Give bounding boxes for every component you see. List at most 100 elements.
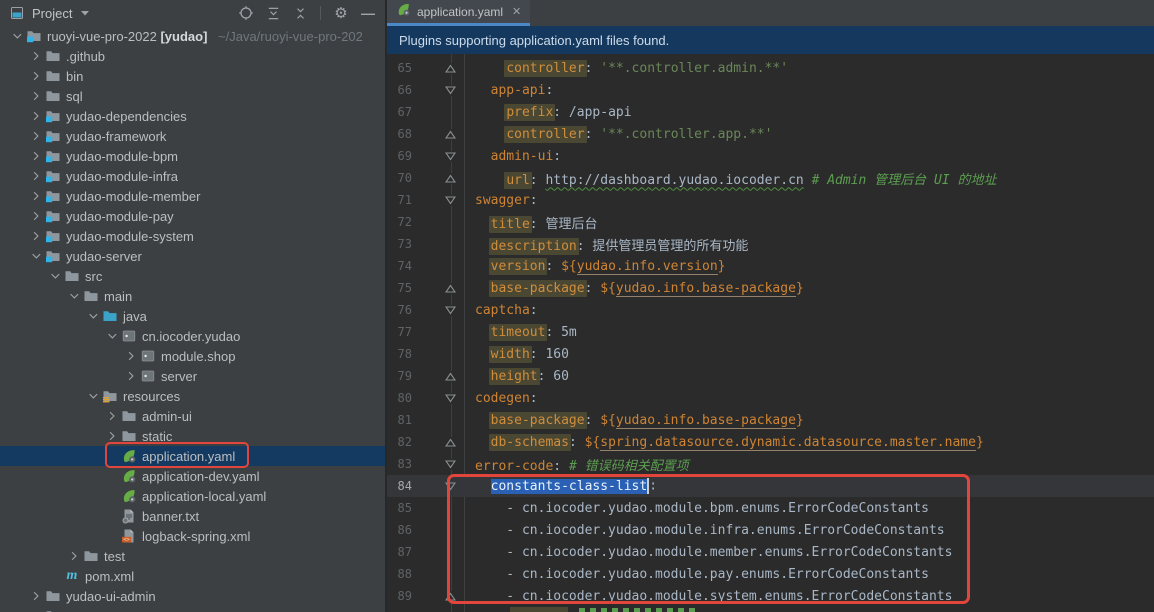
- chevron-right-icon[interactable]: [27, 588, 45, 604]
- tree-item-main[interactable]: main: [0, 286, 385, 306]
- chevron-right-icon[interactable]: [103, 408, 121, 424]
- fold-start-icon[interactable]: [445, 195, 456, 206]
- editor-line-80[interactable]: 80codegen:: [387, 387, 1154, 409]
- chevron-down-icon[interactable]: [103, 328, 121, 344]
- editor-line-81[interactable]: 81 base-package: ${yudao.info.base-packa…: [387, 409, 1154, 431]
- editor-line-65[interactable]: 65 controller: '**.controller.admin.**': [387, 57, 1154, 79]
- editor-line-89[interactable]: 89 - cn.iocoder.yudao.module.system.enum…: [387, 585, 1154, 607]
- fold-end-icon[interactable]: [445, 173, 456, 184]
- tree-item-yudao-module-member[interactable]: yudao-module-member: [0, 186, 385, 206]
- editor-line-70[interactable]: 70 url: http://dashboard.yudao.iocoder.c…: [387, 167, 1154, 189]
- chevron-right-icon[interactable]: [27, 608, 45, 612]
- locate-icon[interactable]: [237, 4, 255, 22]
- fold-end-icon[interactable]: [445, 591, 456, 602]
- tree-item-sql[interactable]: sql: [0, 86, 385, 106]
- fold-end-icon[interactable]: [445, 283, 456, 294]
- chevron-right-icon[interactable]: [27, 228, 45, 244]
- chevron-right-icon[interactable]: [27, 108, 45, 124]
- chevron-right-icon[interactable]: [27, 88, 45, 104]
- tree-item-bin[interactable]: bin: [0, 66, 385, 86]
- tree-item-yudao-server[interactable]: yudao-server: [0, 246, 385, 266]
- expand-all-icon[interactable]: [264, 4, 282, 22]
- collapse-all-icon[interactable]: [291, 4, 309, 22]
- tree-item-java[interactable]: java: [0, 306, 385, 326]
- editor-line-67[interactable]: 67 prefix: /app-api: [387, 101, 1154, 123]
- project-tree[interactable]: ruoyi-vue-pro-2022 [yudao] ~/Java/ruoyi-…: [0, 26, 385, 612]
- tree-item-root[interactable]: ruoyi-vue-pro-2022 [yudao] ~/Java/ruoyi-…: [0, 26, 385, 46]
- editor-line-83[interactable]: 83error-code: # 错误码相关配置项: [387, 453, 1154, 475]
- editor-line-69[interactable]: 69 admin-ui:: [387, 145, 1154, 167]
- fold-end-icon[interactable]: [445, 437, 456, 448]
- chevron-right-icon[interactable]: [27, 148, 45, 164]
- tree-item-application.yaml[interactable]: application.yaml: [0, 446, 385, 466]
- tree-item-yudao-module-infra[interactable]: yudao-module-infra: [0, 166, 385, 186]
- tree-item-yudao-dependencies[interactable]: yudao-dependencies: [0, 106, 385, 126]
- editor-line-66[interactable]: 66 app-api:: [387, 79, 1154, 101]
- editor-line-72[interactable]: 72 title: 管理后台: [387, 211, 1154, 233]
- tree-item-pom.xml[interactable]: mpom.xml: [0, 566, 385, 586]
- editor-line-68[interactable]: 68 controller: '**.controller.app.**': [387, 123, 1154, 145]
- chevron-down-icon[interactable]: [84, 308, 102, 324]
- chevron-down-icon[interactable]: [84, 388, 102, 404]
- editor-line-79[interactable]: 79 height: 60: [387, 365, 1154, 387]
- tree-item-static[interactable]: static: [0, 426, 385, 446]
- editor-line-88[interactable]: 88 - cn.iocoder.yudao.module.pay.enums.E…: [387, 563, 1154, 585]
- chevron-right-icon[interactable]: [27, 168, 45, 184]
- editor-line-84[interactable]: 84 constants-class-list:: [387, 475, 1154, 497]
- fold-start-icon[interactable]: [445, 305, 456, 316]
- tree-item-cn.iocoder.yudao[interactable]: cn.iocoder.yudao: [0, 326, 385, 346]
- tree-item-.github[interactable]: .github: [0, 46, 385, 66]
- tree-item-application-local.yaml[interactable]: application-local.yaml: [0, 486, 385, 506]
- dropdown-caret-icon[interactable]: [76, 4, 94, 22]
- chevron-right-icon[interactable]: [103, 428, 121, 444]
- editor-line-76[interactable]: 76captcha:: [387, 299, 1154, 321]
- fold-start-icon[interactable]: [445, 85, 456, 96]
- chevron-right-icon[interactable]: [65, 548, 83, 564]
- chevron-down-icon[interactable]: [27, 248, 45, 264]
- tree-item-resources[interactable]: resources: [0, 386, 385, 406]
- fold-end-icon[interactable]: [445, 129, 456, 140]
- chevron-right-icon[interactable]: [27, 128, 45, 144]
- chevron-right-icon[interactable]: [27, 208, 45, 224]
- fold-start-icon[interactable]: [445, 393, 456, 404]
- editor-line-75[interactable]: 75 base-package: ${yudao.info.base-packa…: [387, 277, 1154, 299]
- editor-line-78[interactable]: 78 width: 160: [387, 343, 1154, 365]
- fold-start-icon[interactable]: [445, 459, 456, 470]
- chevron-right-icon[interactable]: [27, 68, 45, 84]
- fold-start-icon[interactable]: [445, 151, 456, 162]
- tab-application-yaml[interactable]: application.yaml ✕: [387, 0, 530, 26]
- editor-line-74[interactable]: 74 version: ${yudao.info.version}: [387, 255, 1154, 277]
- tab-close-icon[interactable]: ✕: [512, 5, 521, 18]
- chevron-down-icon[interactable]: [65, 288, 83, 304]
- chevron-down-icon[interactable]: [8, 28, 26, 44]
- tree-item-logback-spring.xml[interactable]: <>logback-spring.xml: [0, 526, 385, 546]
- tree-item-banner.txt[interactable]: banner.txt: [0, 506, 385, 526]
- editor-line-82[interactable]: 82 db-schemas: ${spring.datasource.dynam…: [387, 431, 1154, 453]
- editor-line-86[interactable]: 86 - cn.iocoder.yudao.module.infra.enums…: [387, 519, 1154, 541]
- fold-end-icon[interactable]: [445, 371, 456, 382]
- chevron-right-icon[interactable]: [122, 348, 140, 364]
- settings-gear-icon[interactable]: ⚙: [332, 4, 350, 22]
- editor-line-85[interactable]: 85 - cn.iocoder.yudao.module.bpm.enums.E…: [387, 497, 1154, 519]
- editor-line-87[interactable]: 87 - cn.iocoder.yudao.module.member.enum…: [387, 541, 1154, 563]
- editor-line-71[interactable]: 71swagger:: [387, 189, 1154, 211]
- tree-item-test[interactable]: test: [0, 546, 385, 566]
- code-editor[interactable]: 65 controller: '**.controller.admin.**'6…: [387, 54, 1154, 612]
- tree-item-admin-ui[interactable]: admin-ui: [0, 406, 385, 426]
- tree-item-clipped[interactable]: [0, 606, 385, 612]
- editor-line-77[interactable]: 77 timeout: 5m: [387, 321, 1154, 343]
- tree-item-src[interactable]: src: [0, 266, 385, 286]
- tree-item-server[interactable]: server: [0, 366, 385, 386]
- chevron-right-icon[interactable]: [27, 48, 45, 64]
- chevron-right-icon[interactable]: [27, 188, 45, 204]
- tree-item-yudao-framework[interactable]: yudao-framework: [0, 126, 385, 146]
- chevron-right-icon[interactable]: [122, 368, 140, 384]
- tree-item-module.shop[interactable]: module.shop: [0, 346, 385, 366]
- fold-end-icon[interactable]: [445, 63, 456, 74]
- tree-item-yudao-module-system[interactable]: yudao-module-system: [0, 226, 385, 246]
- editor-line-73[interactable]: 73 description: 提供管理员管理的所有功能: [387, 233, 1154, 255]
- tree-item-application-dev.yaml[interactable]: application-dev.yaml: [0, 466, 385, 486]
- tree-item-yudao-module-bpm[interactable]: yudao-module-bpm: [0, 146, 385, 166]
- tree-item-yudao-module-pay[interactable]: yudao-module-pay: [0, 206, 385, 226]
- chevron-down-icon[interactable]: [46, 268, 64, 284]
